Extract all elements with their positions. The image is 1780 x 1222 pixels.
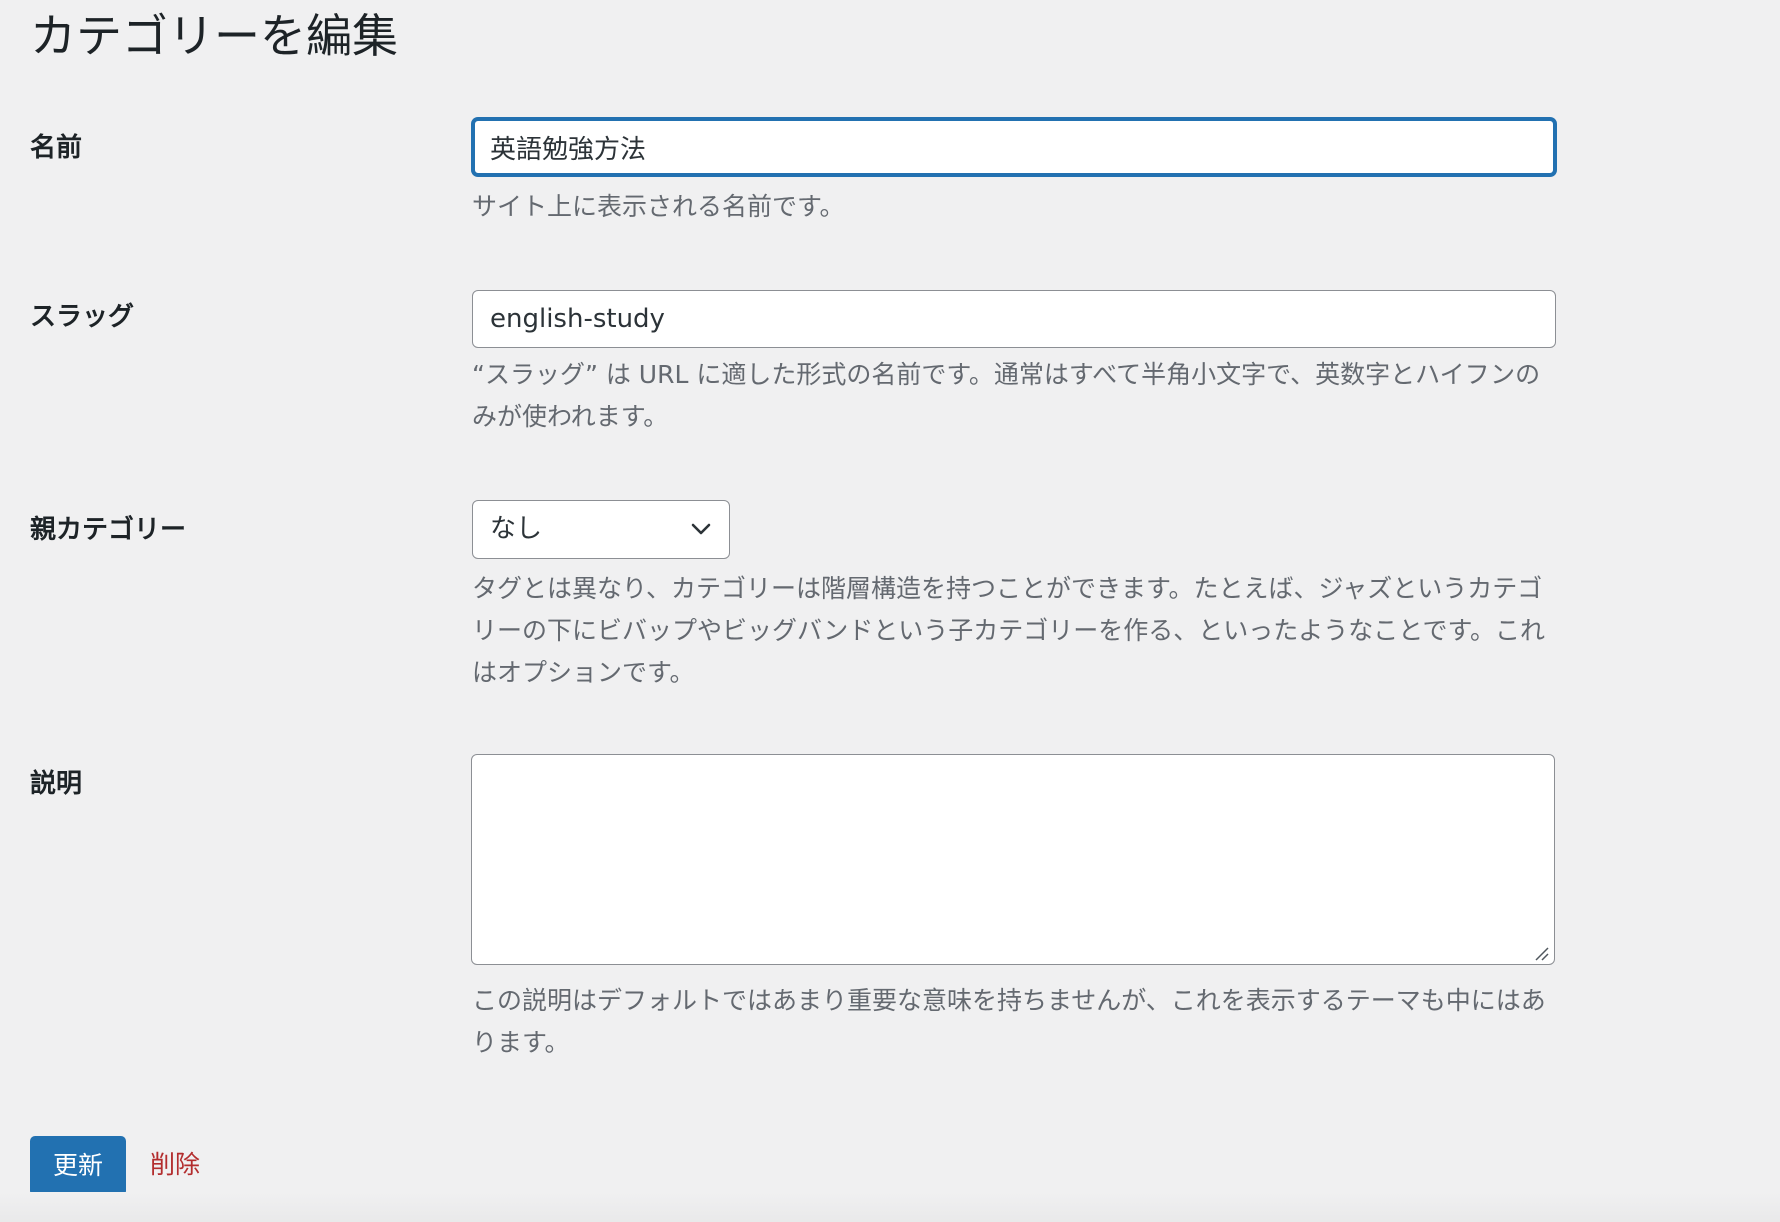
page-title: カテゴリーを編集 xyxy=(30,9,398,63)
slug-label: スラッグ xyxy=(30,302,135,332)
description-help: この説明はデフォルトではあまり重要な意味を持ちませんが、これを表示するテーマも中… xyxy=(472,986,1546,1057)
slug-description: “スラッグ” は URL に適した形式の名前です。通常はすべて半角小文字で、英数… xyxy=(472,360,1541,431)
chevron-down-icon xyxy=(691,523,711,535)
delete-link[interactable]: 削除 xyxy=(150,1146,200,1184)
parent-category-label: 親カテゴリー xyxy=(30,515,187,545)
slug-input[interactable] xyxy=(472,290,1556,348)
name-description: サイト上に表示される名前です。 xyxy=(472,192,845,221)
footer-divider xyxy=(0,1192,1780,1222)
parent-category-selected-value: なし xyxy=(490,514,543,544)
parent-category-description: タグとは異なり、カテゴリーは階層構造を持つことができます。たとえば、ジャズという… xyxy=(472,574,1546,687)
resize-handle-icon[interactable] xyxy=(1533,945,1549,961)
name-label: 名前 xyxy=(30,133,83,163)
parent-category-select[interactable]: なし xyxy=(472,500,730,559)
name-input[interactable] xyxy=(472,118,1556,176)
description-label: 説明 xyxy=(30,769,83,799)
description-textarea[interactable] xyxy=(471,754,1555,965)
update-button[interactable]: 更新 xyxy=(30,1136,126,1196)
